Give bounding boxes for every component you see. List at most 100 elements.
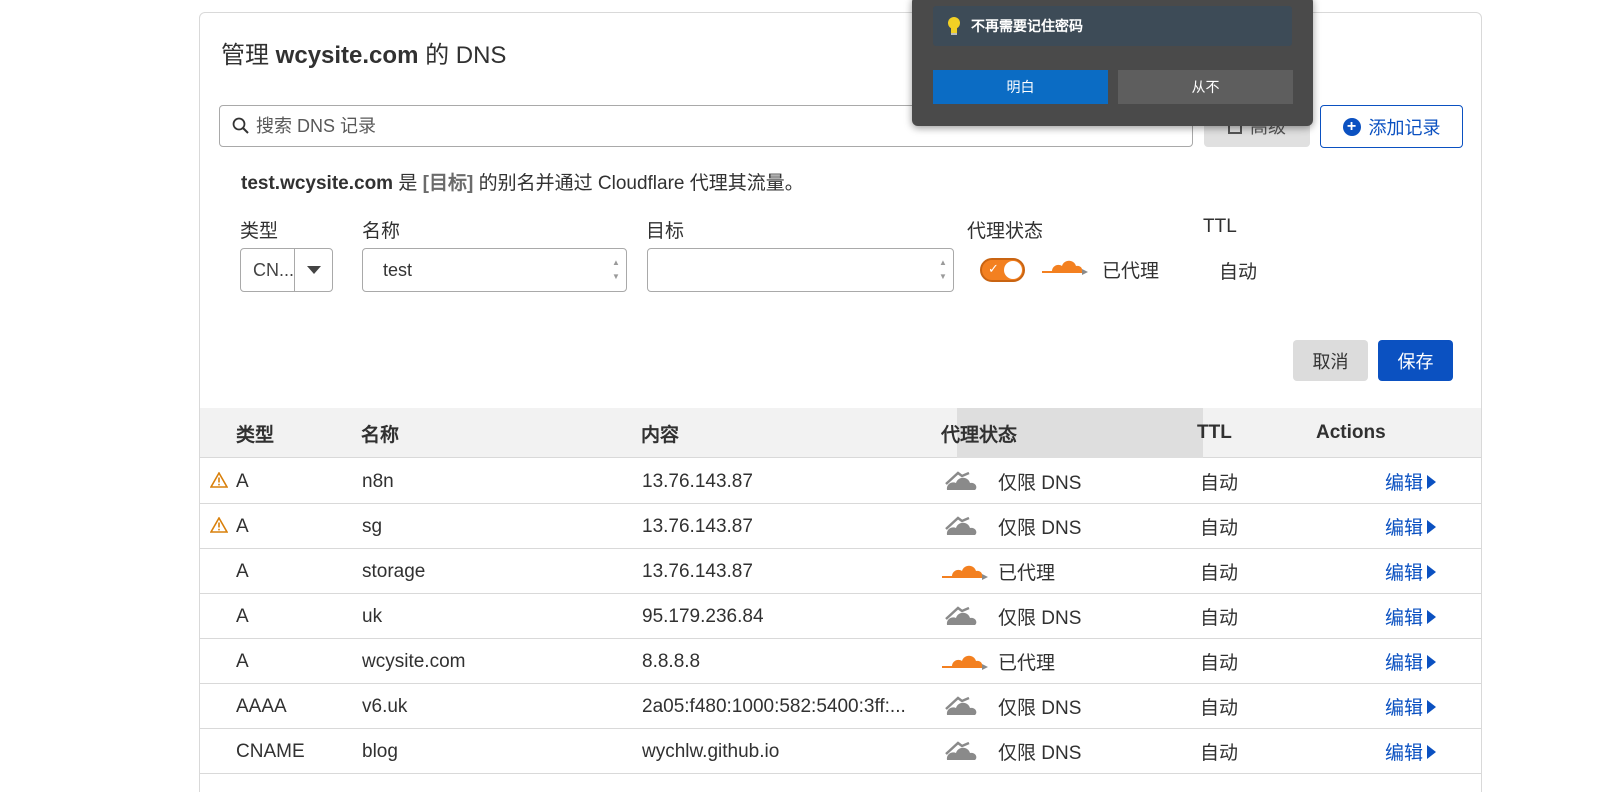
row-ttl-text: 自动 bbox=[1200, 473, 1239, 494]
row-type-text: A bbox=[236, 560, 249, 582]
type-select-value: CN... bbox=[253, 259, 295, 280]
name-input[interactable]: test ▲ ▼ bbox=[362, 248, 627, 292]
table-row: CNAME blog wychlw.github.io 仅限 DNS 自动 编辑 bbox=[200, 729, 1481, 774]
row-proxy-status: 已代理 bbox=[942, 639, 1055, 684]
row-proxy-status: 仅限 DNS bbox=[942, 459, 1081, 504]
form-info-line: test.wcysite.com 是 [目标] 的别名并通过 Cloudflar… bbox=[241, 168, 804, 195]
row-name-text: n8n bbox=[362, 470, 394, 492]
row-edit-link[interactable]: 编辑 bbox=[1385, 504, 1437, 549]
row-type-text: AAAA bbox=[236, 695, 287, 717]
row-proxy-status: 仅限 DNS bbox=[942, 504, 1081, 549]
popup-ok-button[interactable]: 明白 bbox=[933, 70, 1108, 104]
row-content-text: 13.76.143.87 bbox=[642, 515, 753, 537]
row-content: 13.76.143.87 bbox=[642, 459, 753, 504]
dns-only-cloud-icon bbox=[942, 515, 998, 539]
row-name-text: wcysite.com bbox=[362, 650, 466, 672]
popup-never-button[interactable]: 从不 bbox=[1118, 70, 1293, 104]
row-ttl: 自动 bbox=[1200, 684, 1238, 729]
row-ttl-text: 自动 bbox=[1200, 518, 1239, 539]
save-button[interactable]: 保存 bbox=[1378, 340, 1453, 381]
popup-message-text: 不再需要记住密码 bbox=[971, 18, 1083, 34]
column-content[interactable]: 内容 bbox=[641, 408, 679, 458]
row-ttl-text: 自动 bbox=[1200, 743, 1239, 764]
row-name: sg bbox=[362, 504, 382, 549]
row-content-text: wychlw.github.io bbox=[642, 740, 780, 762]
row-content-text: 13.76.143.87 bbox=[642, 560, 753, 582]
row-type: A bbox=[236, 459, 249, 504]
row-edit-link-text: 编辑 bbox=[1385, 563, 1424, 584]
form-ttl-value: 自动 bbox=[1219, 262, 1258, 283]
row-edit-link[interactable]: 编辑 bbox=[1385, 459, 1437, 504]
row-edit-link[interactable]: 编辑 bbox=[1385, 729, 1437, 774]
row-name: uk bbox=[362, 594, 382, 639]
row-ttl: 自动 bbox=[1200, 639, 1238, 684]
row-ttl-text: 自动 bbox=[1200, 608, 1239, 629]
row-proxy-status-text: 仅限 DNS bbox=[998, 743, 1082, 764]
type-select[interactable]: CN... bbox=[240, 248, 333, 292]
table-row: AAAA v6.uk 2a05:f480:1000:582:5400:3ff:...… bbox=[200, 684, 1481, 729]
row-type-text: A bbox=[236, 605, 249, 627]
column-ttl[interactable]: TTL bbox=[1197, 408, 1232, 458]
dns-only-cloud-icon bbox=[942, 605, 998, 629]
row-edit-link[interactable]: 编辑 bbox=[1385, 684, 1437, 729]
row-proxy-status-text: 仅限 DNS bbox=[998, 608, 1082, 629]
cancel-button[interactable]: 取消 bbox=[1293, 340, 1368, 381]
row-edit-link-text: 编辑 bbox=[1385, 653, 1424, 674]
row-type-text: A bbox=[236, 650, 249, 672]
row-ttl: 自动 bbox=[1200, 594, 1238, 639]
column-type[interactable]: 类型 bbox=[236, 408, 274, 458]
row-type: A bbox=[236, 504, 249, 549]
column-actions: Actions bbox=[1316, 422, 1386, 443]
column-name[interactable]: 名称 bbox=[361, 408, 399, 458]
row-type-text: A bbox=[236, 470, 249, 492]
row-name: v6.uk bbox=[362, 684, 407, 729]
row-proxy-status-text: 已代理 bbox=[998, 563, 1056, 584]
dns-only-cloud-icon bbox=[942, 740, 998, 764]
table-header: 类型 名称 内容 代理状态 TTL Actions bbox=[200, 408, 1481, 458]
row-content: wychlw.github.io bbox=[642, 729, 779, 774]
info-target: [目标] bbox=[422, 173, 474, 194]
info-is: 是 bbox=[398, 173, 418, 194]
row-name-text: storage bbox=[362, 560, 426, 582]
row-type: A bbox=[236, 549, 249, 594]
column-proxy-status[interactable]: 代理状态 bbox=[941, 408, 1017, 458]
row-content: 13.76.143.87 bbox=[642, 504, 753, 549]
row-edit-link[interactable]: 编辑 bbox=[1385, 639, 1437, 684]
popup-message: 不再需要记住密码 bbox=[933, 6, 1292, 46]
table-row: An8n 13.76.143.87 仅限 DNS 自动 编辑 bbox=[200, 459, 1481, 504]
info-name: test.wcysite.com bbox=[241, 173, 394, 194]
proxied-cloud-icon bbox=[1042, 256, 1090, 283]
plus-circle-icon: + bbox=[1342, 117, 1361, 136]
row-name-text: blog bbox=[362, 740, 398, 762]
caret-right-icon bbox=[1427, 699, 1437, 714]
row-type: A bbox=[236, 594, 249, 639]
target-stepper-icon[interactable]: ▲ ▼ bbox=[933, 250, 953, 290]
proxy-toggle[interactable]: ✓ bbox=[980, 258, 1025, 282]
row-ttl: 自动 bbox=[1200, 504, 1238, 549]
row-name-text: v6.uk bbox=[362, 695, 408, 717]
target-input[interactable]: ▲ ▼ bbox=[647, 248, 954, 292]
chevron-down-icon[interactable] bbox=[294, 249, 332, 291]
row-ttl: 自动 bbox=[1200, 549, 1238, 594]
row-content-text: 13.76.143.87 bbox=[642, 470, 753, 492]
dns-only-cloud-icon bbox=[942, 470, 998, 494]
password-prompt-popup: 不再需要记住密码 明白 从不 bbox=[912, 0, 1313, 126]
type-label: 类型 bbox=[240, 221, 279, 242]
row-edit-link[interactable]: 编辑 bbox=[1385, 594, 1437, 639]
row-proxy-status-text: 仅限 DNS bbox=[998, 473, 1082, 494]
row-edit-link-text: 编辑 bbox=[1385, 743, 1424, 764]
add-record-button[interactable]: + 添加记录 bbox=[1320, 105, 1463, 148]
warning-icon[interactable] bbox=[209, 516, 229, 538]
row-ttl: 自动 bbox=[1200, 459, 1238, 504]
caret-right-icon bbox=[1427, 654, 1437, 669]
row-content-text: 95.179.236.84 bbox=[642, 605, 764, 627]
row-name: wcysite.com bbox=[362, 639, 465, 684]
row-name-text: uk bbox=[362, 605, 383, 627]
warning-icon[interactable] bbox=[209, 471, 229, 493]
row-edit-link[interactable]: 编辑 bbox=[1385, 549, 1437, 594]
row-name: storage bbox=[362, 549, 425, 594]
search-icon bbox=[232, 117, 249, 134]
row-edit-link-text: 编辑 bbox=[1385, 518, 1424, 539]
name-stepper-icon[interactable]: ▲ ▼ bbox=[606, 250, 626, 290]
row-content-text: 2a05:f480:1000:582:5400:3ff:... bbox=[642, 695, 906, 717]
